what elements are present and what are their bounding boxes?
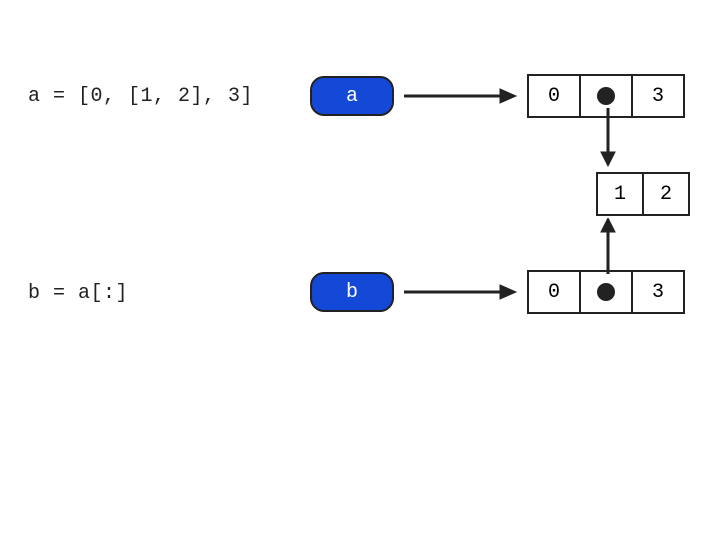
list-a-cell-2: 3	[631, 74, 685, 118]
dot-icon	[597, 283, 615, 301]
var-label-a: a	[346, 85, 358, 108]
list-b-cell-0: 0	[527, 270, 581, 314]
arrow-b-to-inner	[598, 218, 618, 278]
arrow-a-to-list	[400, 86, 520, 106]
arrow-b-to-list	[400, 282, 520, 302]
arrow-a-to-inner	[598, 106, 618, 168]
inner-list: 1 2	[596, 172, 690, 216]
code-line-a: a = [0, [1, 2], 3]	[28, 85, 253, 108]
var-pill-b: b	[310, 272, 394, 312]
var-label-b: b	[346, 281, 358, 304]
list-b-cell-2: 3	[631, 270, 685, 314]
code-line-b: b = a[:]	[28, 282, 128, 305]
list-a-cell-0: 0	[527, 74, 581, 118]
dot-icon	[597, 87, 615, 105]
inner-cell-1: 2	[642, 172, 690, 216]
var-pill-a: a	[310, 76, 394, 116]
inner-cell-0: 1	[596, 172, 644, 216]
